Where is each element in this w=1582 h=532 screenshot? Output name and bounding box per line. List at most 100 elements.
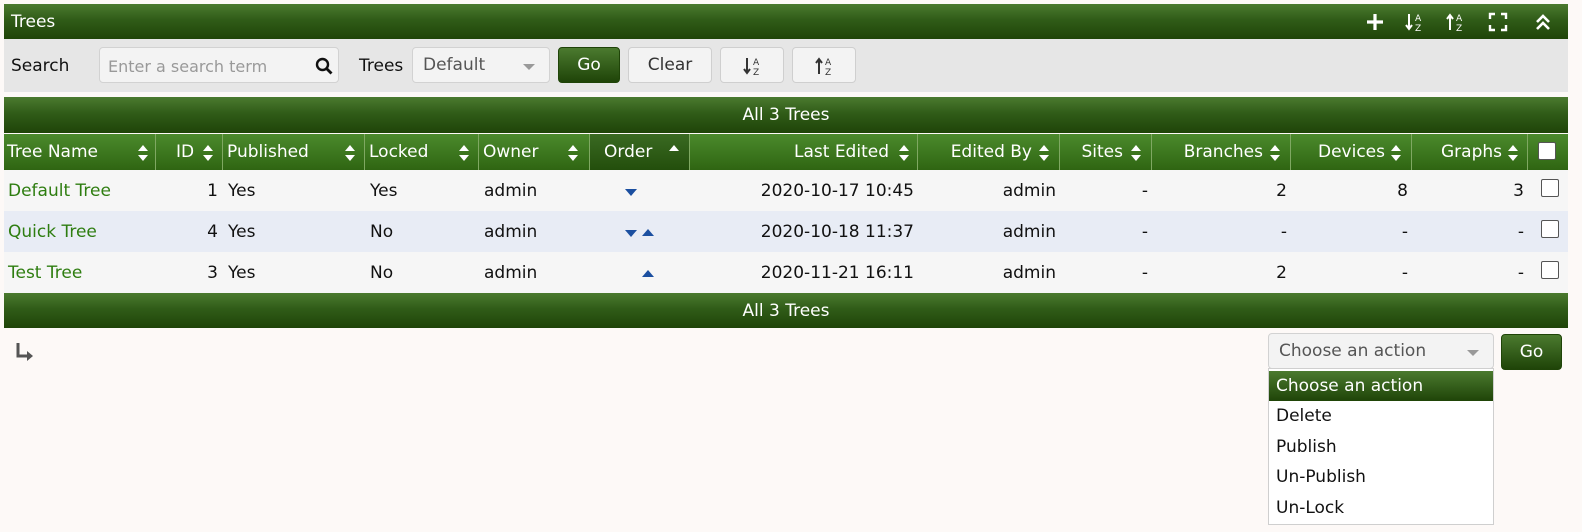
branches-cell: 2 [1276,263,1287,283]
table-nav-bottom: All 3 Trees [4,293,1568,328]
action-option-unlock[interactable]: Un-Lock [1269,493,1493,523]
sort-icon [1270,145,1280,161]
sort-desc-icon: AZ [814,55,836,82]
branches-cell: 2 [1276,181,1287,201]
column-published[interactable]: Published [223,134,365,170]
last-edited-cell: 2020-10-18 11:37 [760,222,914,242]
column-label: Published [227,142,309,162]
column-id[interactable]: ID [156,134,223,170]
search-box[interactable] [99,47,339,83]
option-label: Un-Lock [1276,498,1345,518]
column-label: ID [176,142,195,162]
sort-icon [1131,145,1141,161]
search-input[interactable] [106,52,310,80]
sort-descending-button[interactable]: AZ [792,47,856,83]
table-nav-top: All 3 Trees [4,97,1568,133]
option-label: Choose an action [1276,376,1424,396]
go-button[interactable]: Go [558,47,620,83]
column-last-edited[interactable]: Last Edited [690,134,918,170]
clear-button[interactable]: Clear [628,47,712,83]
move-down-icon[interactable] [625,189,637,196]
owner-cell: admin [484,181,538,201]
locked-cell: No [370,222,394,242]
column-devices[interactable]: Devices [1291,134,1412,170]
move-down-icon[interactable] [625,230,637,237]
locked-cell: Yes [370,181,398,201]
column-label: Devices [1318,142,1385,162]
sort-icon [1508,145,1518,161]
trees-select[interactable]: Default [412,47,550,83]
option-label: Publish [1276,437,1337,457]
graphs-cell: - [1517,263,1524,283]
tree-name-link[interactable]: Quick Tree [8,222,97,242]
sort-icon [345,145,355,161]
edited-by-cell: admin [1002,263,1056,283]
column-label: Edited By [950,142,1032,162]
devices-cell: - [1401,222,1408,242]
table-row[interactable]: Test Tree 3 Yes No admin 2020-11-21 16:1… [4,252,1568,293]
column-label: Sites [1081,142,1124,162]
table-row[interactable]: Default Tree 1 Yes Yes admin 2020-10-17 … [4,170,1568,211]
select-all-checkbox[interactable] [1538,142,1556,160]
collapse-icon[interactable] [1532,11,1554,33]
action-option-delete[interactable]: Delete [1269,401,1493,431]
search-icon[interactable] [315,57,333,80]
sites-cell: - [1141,181,1148,201]
column-owner[interactable]: Owner [479,134,590,170]
trees-label: Trees [359,56,404,76]
action-option-publish[interactable]: Publish [1269,432,1493,462]
sort-up-icon [669,145,679,151]
column-sites[interactable]: Sites [1060,134,1152,170]
sort-desc-icon[interactable]: AZ [1445,11,1467,34]
column-order[interactable]: Order [590,134,690,170]
action-dropdown: Choose an action Delete Publish Un-Publi… [1268,368,1494,525]
sort-icon [1039,145,1049,161]
action-select[interactable]: Choose an action [1268,333,1494,369]
column-label: Locked [369,142,429,162]
owner-cell: admin [484,222,538,242]
sort-ascending-button[interactable]: AZ [720,47,784,83]
filter-bar: Search Trees Default Go Clear AZ AZ [4,39,1568,92]
table-row[interactable]: Quick Tree 4 Yes No admin 2020-10-18 11:… [4,211,1568,252]
chevron-down-icon [523,64,535,70]
column-label: Tree Name [7,142,98,162]
svg-text:Z: Z [1456,24,1462,33]
row-checkbox[interactable] [1541,220,1559,238]
svg-text:Z: Z [1415,24,1421,33]
column-branches[interactable]: Branches [1152,134,1291,170]
tree-name-link[interactable]: Default Tree [8,181,111,201]
devices-cell: - [1401,263,1408,283]
svg-text:A: A [1456,14,1463,24]
sort-icon [1391,145,1401,161]
table-header: Tree Name ID Published Locked Owner Orde… [4,134,1568,170]
column-graphs[interactable]: Graphs [1412,134,1528,170]
panel-title: Trees [11,12,56,32]
row-checkbox[interactable] [1541,261,1559,279]
sort-asc-icon[interactable]: AZ [1404,11,1426,34]
locked-cell: No [370,263,394,283]
plus-icon[interactable] [1364,11,1386,33]
column-edited-by[interactable]: Edited By [918,134,1060,170]
id-cell: 1 [207,181,218,201]
column-label: Order [604,142,653,162]
action-option-unpublish[interactable]: Un-Publish [1269,462,1493,492]
move-up-icon[interactable] [642,229,654,236]
row-checkbox[interactable] [1541,179,1559,197]
column-select-all [1528,134,1568,170]
published-cell: Yes [228,181,256,201]
devices-cell: 8 [1397,181,1408,201]
column-locked[interactable]: Locked [365,134,479,170]
svg-text:A: A [753,58,760,68]
column-tree-name[interactable]: Tree Name [4,134,156,170]
option-label: Un-Publish [1276,467,1366,487]
nav-count-bottom: All 3 Trees [742,301,830,321]
move-up-icon[interactable] [642,270,654,277]
fullscreen-icon[interactable] [1487,11,1509,33]
sort-icon [203,145,213,161]
owner-cell: admin [484,263,538,283]
action-go-button[interactable]: Go [1501,334,1562,370]
action-option-choose[interactable]: Choose an action [1269,371,1493,401]
svg-text:Z: Z [753,68,759,77]
tree-name-link[interactable]: Test Tree [8,263,82,283]
sort-icon [138,145,148,161]
